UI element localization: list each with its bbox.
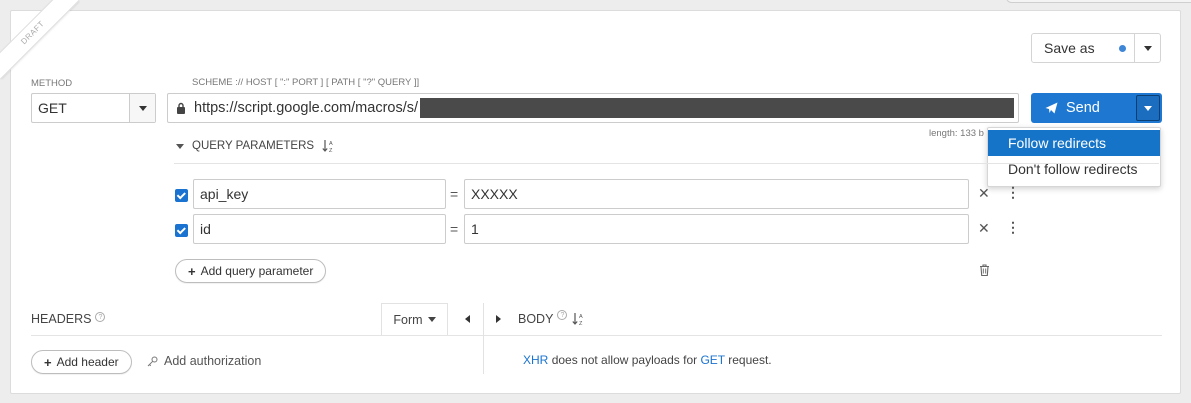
panel-divider: [483, 303, 484, 374]
param-enabled-checkbox[interactable]: [175, 224, 188, 237]
unsaved-indicator-icon: [1119, 45, 1126, 52]
svg-text:A: A: [329, 141, 333, 147]
body-message-end: request.: [728, 353, 772, 367]
save-as-main[interactable]: Save as: [1032, 34, 1134, 62]
divider: [31, 335, 483, 336]
menu-item-follow-redirects[interactable]: Follow redirects: [988, 130, 1160, 156]
add-header-label: Add header: [56, 355, 119, 369]
body-title: BODY: [518, 312, 554, 326]
trash-icon[interactable]: [979, 264, 990, 276]
param-enabled-checkbox[interactable]: [175, 189, 188, 202]
param-name-value: id: [200, 221, 211, 237]
body-title-row: BODY? A Z: [518, 310, 586, 326]
chevron-down-icon: [138, 105, 147, 111]
query-parameters-toggle[interactable]: QUERY PARAMETERS A Z: [176, 139, 336, 153]
add-authorization-link[interactable]: Add authorization: [147, 354, 261, 368]
help-icon[interactable]: ?: [557, 310, 568, 320]
divider: [174, 163, 1159, 164]
plus-icon: +: [188, 263, 196, 279]
redacted-url-segment: [420, 98, 1014, 118]
paper-plane-icon: [1045, 102, 1058, 114]
param-menu-icon[interactable]: ⋮: [1006, 184, 1020, 201]
expand-right-icon[interactable]: [496, 315, 501, 323]
method-label: METHOD: [31, 78, 73, 89]
add-query-parameter-button[interactable]: + Add query parameter: [175, 259, 327, 283]
plus-icon: +: [44, 354, 52, 370]
url-length: length: 133 b: [929, 128, 984, 139]
chevron-down-icon: [427, 317, 436, 322]
param-value-value: 1: [471, 221, 479, 237]
svg-text:Z: Z: [579, 321, 583, 326]
url-input[interactable]: https://script.google.com/macros/s/: [167, 93, 1019, 123]
param-value-input[interactable]: 1: [464, 214, 969, 244]
param-menu-icon[interactable]: ⋮: [1006, 219, 1020, 236]
remove-param-icon[interactable]: ✕: [978, 220, 990, 237]
collapse-left-icon[interactable]: [465, 315, 470, 323]
help-icon[interactable]: ?: [95, 312, 106, 322]
send-label: Send: [1066, 100, 1100, 116]
equals-sign: =: [450, 221, 459, 237]
method-value: GET: [38, 100, 67, 116]
headers-editor-mode-select[interactable]: Form: [381, 303, 448, 335]
lock-icon: [177, 102, 185, 114]
request-editor-panel: DRAFT Save as METHOD GET SCHEME :// HOST…: [0, 0, 1181, 394]
collapse-caret-icon: [176, 143, 184, 149]
save-as-button[interactable]: Save as: [1031, 33, 1161, 63]
method-dropdown-toggle[interactable]: [129, 94, 155, 122]
get-method-link[interactable]: GET: [700, 353, 724, 367]
query-parameters-title: QUERY PARAMETERS: [192, 140, 315, 152]
body-message: XHR does not allow payloads for GET requ…: [523, 353, 772, 367]
param-name-input[interactable]: id: [193, 214, 446, 244]
param-name-input[interactable]: api_key: [193, 179, 446, 209]
sort-az-icon[interactable]: A Z: [572, 312, 586, 326]
chevron-down-icon: [1143, 45, 1152, 51]
sort-az-icon[interactable]: A Z: [322, 139, 336, 153]
draft-ribbon: DRAFT: [0, 0, 79, 79]
xhr-link[interactable]: XHR: [523, 353, 548, 367]
param-value-value: XXXXX: [471, 186, 518, 202]
url-value: https://script.google.com/macros/s/: [194, 100, 419, 116]
headers-title-row: HEADERS?: [31, 312, 106, 326]
send-button[interactable]: Send: [1031, 93, 1162, 123]
menu-item-dont-follow-redirects[interactable]: Don't follow redirects: [988, 156, 1160, 182]
svg-text:Z: Z: [329, 148, 333, 153]
method-select[interactable]: GET: [31, 93, 156, 123]
param-value-input[interactable]: XXXXX: [464, 179, 969, 209]
remove-param-icon[interactable]: ✕: [978, 185, 990, 202]
equals-sign: =: [450, 186, 459, 202]
save-as-label: Save as: [1044, 40, 1095, 56]
divider: [484, 335, 1162, 336]
key-icon: [147, 356, 158, 366]
save-as-dropdown-toggle[interactable]: [1134, 34, 1160, 62]
add-query-parameter-label: Add query parameter: [200, 264, 314, 278]
send-options-toggle[interactable]: [1136, 95, 1160, 121]
add-header-button[interactable]: + Add header: [31, 350, 132, 374]
url-label: SCHEME :// HOST [ ":" PORT ] [ PATH [ "?…: [192, 77, 420, 88]
redirect-options-menu: Follow redirects Don't follow redirects: [987, 127, 1161, 187]
headers-title: HEADERS: [31, 312, 92, 326]
add-authorization-label: Add authorization: [164, 354, 262, 368]
param-name-value: api_key: [200, 186, 249, 202]
body-message-mid: does not allow payloads for: [551, 353, 698, 367]
send-main[interactable]: Send: [1031, 93, 1134, 123]
svg-text:A: A: [579, 314, 583, 320]
top-window-edge: [1006, 0, 1191, 3]
chevron-down-icon: [1144, 105, 1152, 111]
editor-mode-label: Form: [393, 312, 423, 327]
